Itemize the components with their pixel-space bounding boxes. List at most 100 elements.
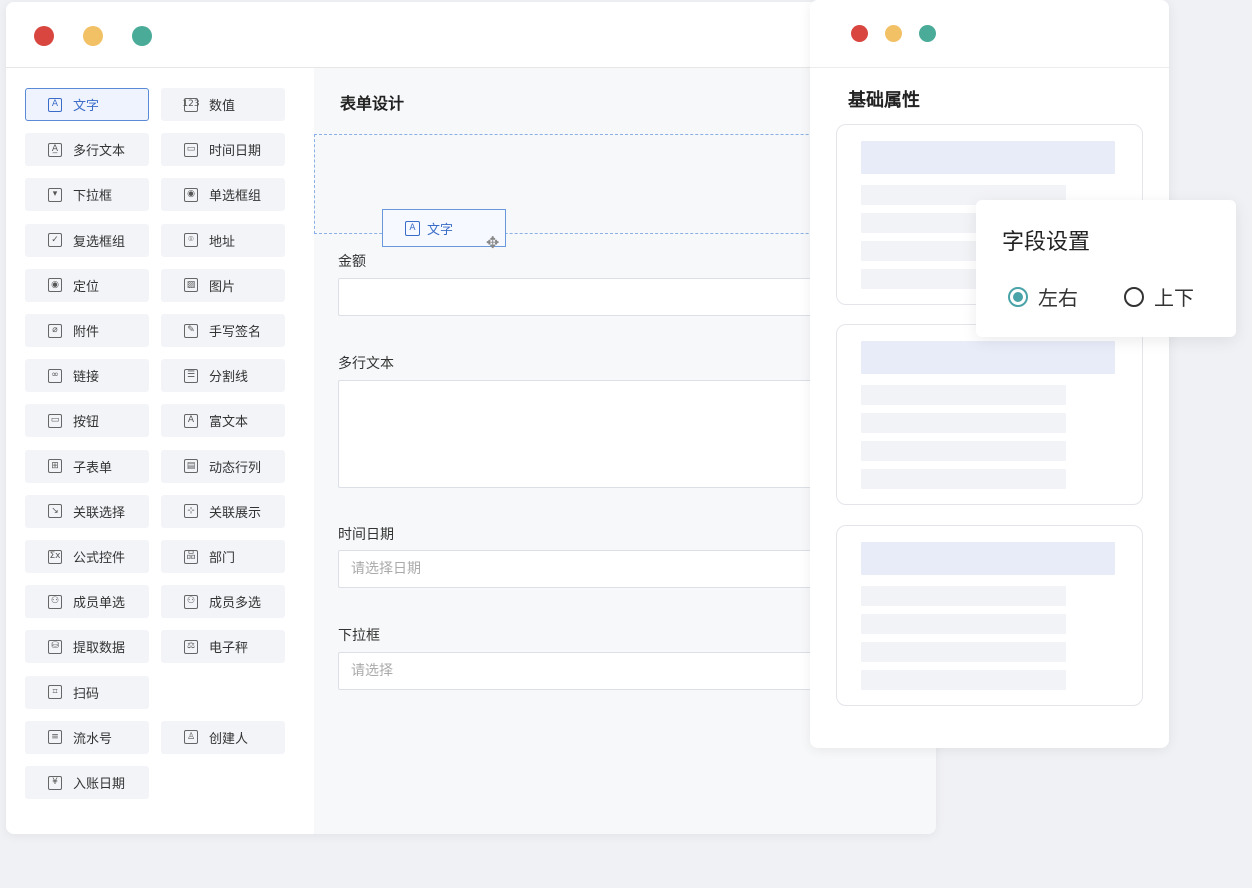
palette-item-multiline-text[interactable]: A̲ 多行文本 — [25, 133, 149, 167]
number-icon: 123 — [182, 96, 200, 114]
radio-icon: ◉ — [182, 186, 200, 204]
palette-item-label: 附件 — [73, 325, 100, 340]
palette-item-relation-select[interactable]: ↘ 关联选择 — [25, 494, 149, 528]
dropdown-icon: ▾ — [46, 186, 64, 204]
palette-item-label: 公式控件 — [73, 551, 126, 566]
drag-chip-label: 文字 — [427, 222, 454, 238]
palette-item-location-pin[interactable]: ⌾ 地址 — [161, 223, 285, 257]
palette-item-link[interactable]: ∞ 链接 — [25, 359, 149, 393]
placeholder-line — [861, 614, 1066, 634]
placeholder-line — [861, 469, 1066, 489]
palette-item-label: 数值 — [209, 99, 236, 114]
radio-checked-icon — [1008, 286, 1028, 307]
palette-item-label: 文字 — [73, 99, 100, 114]
palette-item-member-single[interactable]: ⚇ 成员单选 — [25, 585, 149, 619]
palette-item-label: 关联展示 — [209, 505, 262, 521]
palette-item-signature[interactable]: ✎ 手写签名 — [161, 314, 285, 347]
maximize-window-button[interactable] — [919, 25, 936, 42]
palette-item-label: 按钮 — [73, 415, 100, 431]
property-card — [836, 324, 1143, 505]
creator-icon: ♙ — [182, 728, 200, 746]
minimize-window-button[interactable] — [83, 26, 103, 46]
palette-item-label: 下拉框 — [73, 189, 113, 205]
palette-item-label: 提取数据 — [73, 641, 126, 657]
extract-data-icon: ⛁ — [46, 638, 64, 656]
palette-item-calendar[interactable]: ▭ 时间日期 — [161, 133, 285, 167]
palette-item-radio[interactable]: ◉ 单选框组 — [161, 178, 285, 212]
member-multi-icon: ⚇ — [182, 593, 200, 611]
palette-item-text[interactable]: A 文字 — [25, 88, 149, 121]
placeholder-line — [861, 586, 1066, 606]
palette-item-label: 图片 — [209, 279, 236, 295]
field-settings-popup: 字段设置 左右 上下 — [976, 200, 1236, 337]
palette-item-label: 富文本 — [209, 415, 249, 431]
palette-item-relation-display[interactable]: ⊹ 关联展示 — [161, 494, 285, 528]
signature-icon: ✎ — [182, 322, 200, 340]
palette-item-rich-text[interactable]: A 富文本 — [161, 404, 285, 438]
maximize-window-button[interactable] — [132, 26, 152, 46]
palette-item-button[interactable]: ▭ 按钮 — [25, 404, 149, 438]
close-window-button[interactable] — [34, 26, 54, 46]
placeholder-bar — [861, 341, 1115, 374]
link-icon: ∞ — [46, 367, 64, 385]
checkbox-icon: ✓ — [46, 231, 64, 249]
palette-item-scale[interactable]: ⚖ 电子秤 — [161, 630, 285, 664]
palette-item-scan[interactable]: ⌗ 扫码 — [25, 675, 149, 709]
palette-item-subform[interactable]: ⊞ 子表单 — [25, 449, 149, 483]
component-palette: A 文字 123 数值 A̲ 多行文本 ▭ 时间日期 ▾ 下拉框 ◉ 单选框组 ✓ 复选框组 ⌾ 地址 ◉ 定位 ▨… — [6, 68, 314, 834]
formula-icon: Σx — [46, 548, 64, 566]
palette-item-dropdown[interactable]: ▾ 下拉框 — [25, 178, 149, 212]
locate-icon: ◉ — [46, 276, 64, 294]
field-label-multiline: 多行文本 — [338, 356, 394, 372]
palette-item-extract-data[interactable]: ⛁ 提取数据 — [25, 630, 149, 664]
radio-top-bottom[interactable]: 上下 — [1124, 282, 1194, 311]
radio-label: 左右 — [1038, 286, 1078, 310]
placeholder-line — [861, 642, 1066, 662]
palette-item-label: 分割线 — [209, 370, 249, 386]
palette-item-label: 复选框组 — [73, 234, 126, 250]
palette-item-label: 成员多选 — [209, 596, 262, 612]
radio-left-right[interactable]: 左右 — [1008, 282, 1078, 311]
field-label-datetime: 时间日期 — [338, 527, 394, 543]
text-icon: A — [405, 220, 420, 236]
scale-icon: ⚖ — [182, 638, 200, 656]
palette-item-dynamic-table[interactable]: ▤ 动态行列 — [161, 449, 285, 483]
properties-title: 基础属性 — [848, 90, 920, 111]
palette-item-formula[interactable]: Σx 公式控件 — [25, 540, 149, 573]
radio-label: 上下 — [1154, 286, 1194, 310]
properties-window: 基础属性 — [810, 0, 1169, 748]
palette-item-label: 时间日期 — [209, 144, 262, 160]
calendar-icon: ▭ — [182, 141, 200, 159]
dynamic-table-icon: ▤ — [182, 457, 200, 475]
palette-item-serial-number[interactable]: ≡ 流水号 — [25, 720, 149, 754]
palette-item-number[interactable]: 123 数值 — [161, 88, 285, 121]
location-pin-icon: ⌾ — [182, 231, 200, 249]
department-icon: 品 — [182, 548, 200, 566]
palette-item-image[interactable]: ▨ 图片 — [161, 268, 285, 302]
palette-item-label: 动态行列 — [209, 460, 262, 476]
close-window-button[interactable] — [851, 25, 868, 42]
palette-item-label: 单选框组 — [209, 189, 262, 205]
palette-item-creator[interactable]: ♙ 创建人 — [161, 720, 285, 754]
palette-item-divider[interactable]: ☰ 分割线 — [161, 359, 285, 393]
serial-number-icon: ≡ — [46, 728, 64, 746]
palette-item-label: 定位 — [73, 279, 100, 295]
palette-item-posting-date[interactable]: ¥ 入账日期 — [25, 766, 149, 799]
multiline-text-icon: A̲ — [46, 141, 64, 159]
image-icon: ▨ — [182, 276, 200, 294]
palette-item-checkbox[interactable]: ✓ 复选框组 — [25, 223, 149, 257]
property-card — [836, 525, 1143, 706]
scan-icon: ⌗ — [46, 683, 64, 701]
minimize-window-button[interactable] — [885, 25, 902, 42]
paperclip-icon: ⌀ — [46, 322, 64, 340]
palette-item-label: 子表单 — [73, 460, 113, 476]
palette-item-member-multi[interactable]: ⚇ 成员多选 — [161, 585, 285, 619]
palette-item-paperclip[interactable]: ⌀ 附件 — [25, 314, 149, 347]
palette-item-department[interactable]: 品部门 — [161, 540, 285, 573]
placeholder-line — [861, 441, 1066, 461]
palette-item-label: 电子秤 — [209, 641, 249, 657]
main-titlebar — [6, 2, 936, 68]
placeholder-bar — [861, 141, 1115, 174]
palette-item-locate[interactable]: ◉ 定位 — [25, 268, 149, 302]
placeholder-line — [861, 670, 1066, 690]
